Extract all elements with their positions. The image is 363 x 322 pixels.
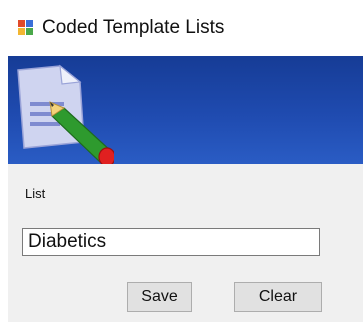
window-left-edge [0, 56, 8, 322]
clear-button[interactable]: Clear [234, 282, 322, 312]
list-name-input[interactable] [22, 228, 320, 256]
list-label: List [25, 186, 46, 201]
form-panel: List Save Clear [8, 164, 363, 322]
window-title: Coded Template Lists [42, 17, 225, 38]
coded-template-lists-window: Coded Template Lists List Diabetics Save… [0, 0, 363, 322]
header-banner [8, 56, 363, 164]
document-edit-icon [14, 64, 116, 164]
save-button[interactable]: Save [127, 282, 192, 312]
title-bar: Coded Template Lists [0, 0, 363, 56]
template-app-icon [18, 20, 34, 36]
